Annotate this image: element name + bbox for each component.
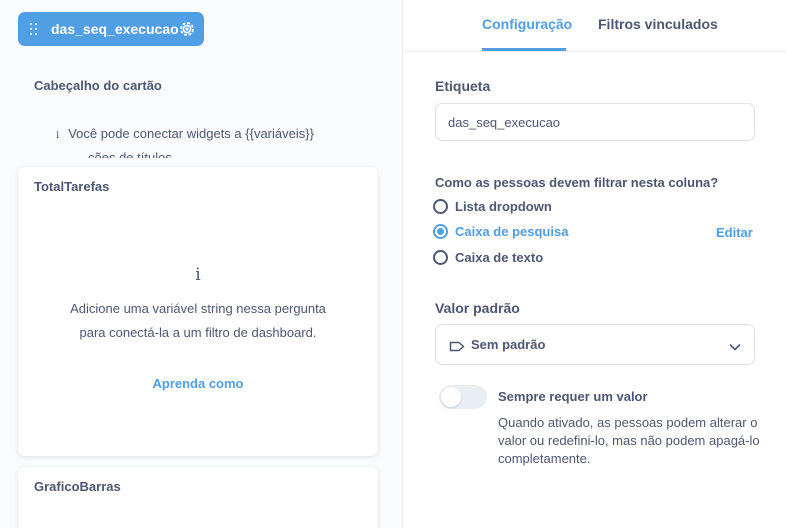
- label-input[interactable]: das_seq_execucao: [435, 103, 755, 141]
- label-input-value: das_seq_execucao: [448, 115, 561, 130]
- radio-circle-selected[interactable]: [433, 224, 448, 239]
- required-toggle-description: Quando ativado, as pessoas podem alterar…: [498, 415, 760, 466]
- radio-label: Caixa de pesquisa: [455, 224, 569, 239]
- info-text-label: Você pode conectar widgets a {{variáveis…: [68, 126, 314, 141]
- gear-icon[interactable]: [178, 20, 196, 38]
- card-title: GraficoBarras: [34, 479, 121, 494]
- active-tab-indicator: [482, 48, 566, 51]
- chevron-down-icon: [729, 339, 741, 351]
- required-toggle[interactable]: [439, 385, 487, 409]
- tab-filtros-vinculados[interactable]: Filtros vinculados: [598, 16, 718, 32]
- filter-settings-sidebar: Configuração Filtros vinculados Etiqueta…: [404, 0, 786, 528]
- radio-circle[interactable]: [433, 250, 448, 265]
- label-section-title: Etiqueta: [435, 78, 491, 94]
- info-text-continuation: ções de títulos: [88, 150, 172, 158]
- default-value-title: Valor padrão: [435, 300, 520, 316]
- filter-chip[interactable]: das_seq_execucao: [18, 12, 204, 46]
- dashboard-area: das_seq_execucao Cabeçalho do cartão i Vo…: [0, 0, 403, 528]
- info-text: i Você pode conectar widgets a {{variávei…: [56, 126, 314, 141]
- card-message: Adicione uma variável string nessa pergu…: [70, 301, 326, 340]
- info-icon: i: [56, 130, 60, 141]
- filter-chip-label: das_seq_execucao: [51, 21, 179, 37]
- toggle-knob: [441, 387, 461, 407]
- sidebar-tabs: Configuração Filtros vinculados: [404, 0, 786, 52]
- dashboard-card-graficobarras[interactable]: GraficoBarras: [18, 467, 378, 528]
- radio-caixa-de-pesquisa[interactable]: Caixa de pesquisa: [433, 224, 568, 239]
- learn-how-link[interactable]: Aprenda como: [18, 376, 378, 391]
- info-icon: i: [195, 265, 201, 285]
- radio-circle[interactable]: [433, 199, 448, 214]
- required-toggle-title: Sempre requer um valor: [498, 389, 648, 404]
- radio-caixa-de-texto[interactable]: Caixa de texto: [433, 250, 543, 265]
- tab-configuracao[interactable]: Configuração: [482, 16, 572, 32]
- filter-question: Como as pessoas devem filtrar nesta colu…: [435, 175, 719, 190]
- radio-lista-dropdown[interactable]: Lista dropdown: [433, 199, 552, 214]
- default-value-select[interactable]: Sem padrão: [435, 324, 755, 365]
- dashboard-card-totaltarefas[interactable]: TotalTarefas i Adicione uma variável str…: [18, 167, 378, 456]
- card-title: TotalTarefas: [34, 179, 110, 194]
- card-header-title: Cabeçalho do cartão: [34, 78, 162, 93]
- radio-label: Caixa de texto: [455, 250, 544, 265]
- radio-label: Lista dropdown: [455, 199, 552, 214]
- default-value-text: Sem padrão: [471, 337, 546, 352]
- drag-handle-icon[interactable]: [30, 23, 38, 35]
- edit-link[interactable]: Editar: [716, 225, 753, 240]
- tag-icon: [449, 339, 465, 352]
